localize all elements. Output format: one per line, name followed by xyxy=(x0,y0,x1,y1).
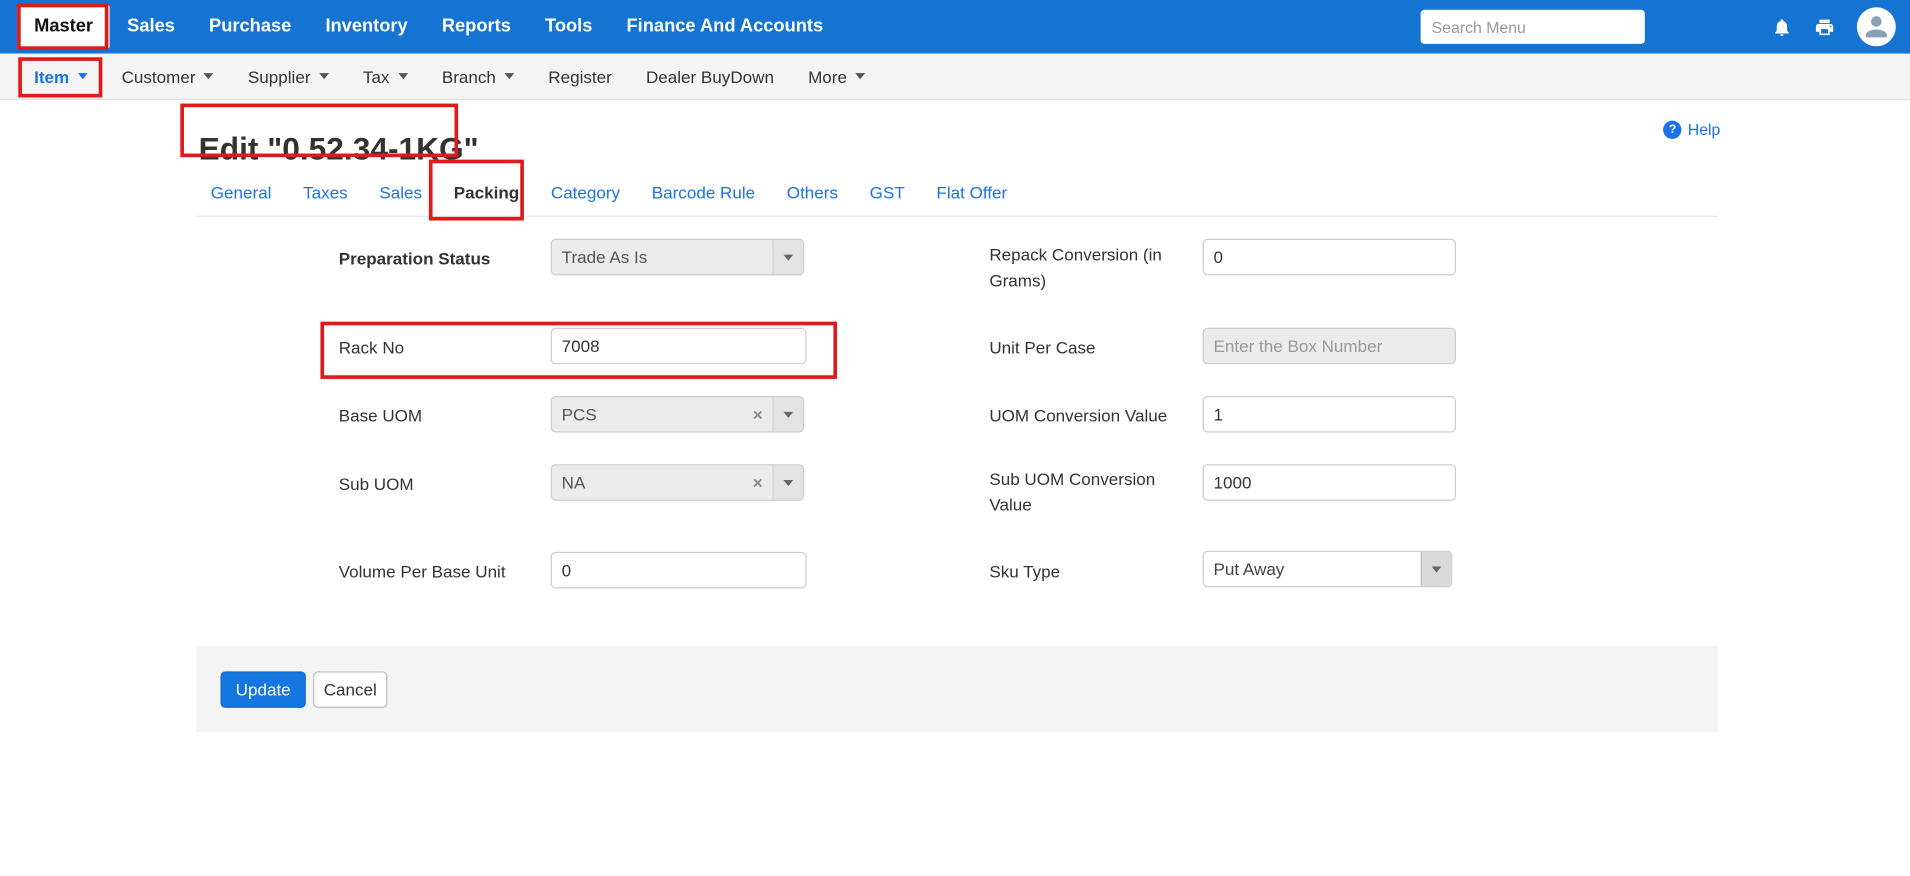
subnav-item-tax[interactable]: Tax xyxy=(346,53,425,99)
base-uom-label: Base UOM xyxy=(339,406,422,425)
cancel-button[interactable]: Cancel xyxy=(313,671,387,708)
preparation-status-select: Trade As Is xyxy=(551,239,804,276)
base-uom-select[interactable]: PCS × xyxy=(551,396,804,433)
chevron-down-icon[interactable] xyxy=(772,397,802,431)
sku-type-select[interactable]: Put Away xyxy=(1203,551,1453,588)
sub-navbar: Item Customer Supplier Tax Branch Regist… xyxy=(0,54,1910,100)
page-title: Edit "0.52.34-1KG" xyxy=(199,131,479,169)
uom-conversion-value-input[interactable] xyxy=(1203,396,1456,433)
volume-per-base-unit-input[interactable] xyxy=(551,552,807,589)
question-circle-icon: ? xyxy=(1663,121,1681,139)
subnav-item-item[interactable]: Item xyxy=(17,53,104,99)
nav-item-purchase[interactable]: Purchase xyxy=(192,0,308,54)
help-label: Help xyxy=(1688,121,1721,139)
search-input[interactable] xyxy=(1421,10,1645,44)
tab-flat-offer[interactable]: Flat Offer xyxy=(921,178,1023,207)
clear-icon[interactable]: × xyxy=(753,474,763,491)
chevron-down-icon xyxy=(772,240,802,274)
subnav-item-label: Tax xyxy=(363,66,390,85)
sku-type-value: Put Away xyxy=(1204,559,1421,578)
chevron-down-icon xyxy=(78,73,88,79)
subnav-item-label: Supplier xyxy=(248,66,311,85)
rack-no-input[interactable] xyxy=(551,328,807,365)
subnav-item-label: Customer xyxy=(122,66,196,85)
nav-item-master[interactable]: Master xyxy=(17,5,110,49)
subnav-item-customer[interactable]: Customer xyxy=(105,53,231,99)
chevron-down-icon xyxy=(319,73,329,79)
tab-others[interactable]: Others xyxy=(771,178,854,207)
user-avatar[interactable] xyxy=(1857,7,1896,46)
subnav-item-supplier[interactable]: Supplier xyxy=(231,53,346,99)
base-uom-value: PCS xyxy=(552,405,753,424)
tab-sales[interactable]: Sales xyxy=(364,178,438,207)
subnav-item-label: Item xyxy=(34,66,69,85)
repack-conversion-input[interactable] xyxy=(1203,239,1456,276)
subnav-item-label: More xyxy=(808,66,847,85)
unit-per-case-label: Unit Per Case xyxy=(989,337,1095,356)
tab-packing[interactable]: Packing xyxy=(438,178,535,207)
repack-conversion-label: Repack Conversion (in Grams) xyxy=(989,242,1182,293)
nav-item-reports[interactable]: Reports xyxy=(425,0,528,54)
chevron-down-icon[interactable] xyxy=(1421,552,1451,586)
chevron-down-icon xyxy=(504,73,514,79)
clear-icon[interactable]: × xyxy=(753,406,763,423)
tab-taxes[interactable]: Taxes xyxy=(287,178,363,207)
sub-uom-value: NA xyxy=(552,473,753,492)
update-button[interactable]: Update xyxy=(221,671,306,708)
tab-bar: General Taxes Sales Packing Category Bar… xyxy=(195,178,1023,207)
app-root: Master Sales Purchase Inventory Reports … xyxy=(0,0,1910,876)
sku-type-label: Sku Type xyxy=(989,562,1060,581)
nav-item-tools[interactable]: Tools xyxy=(528,0,609,54)
subnav-item-label: Dealer BuyDown xyxy=(646,66,774,85)
nav-item-sales[interactable]: Sales xyxy=(110,0,192,54)
tab-barcode-rule[interactable]: Barcode Rule xyxy=(636,178,771,207)
help-link[interactable]: ? Help xyxy=(1663,121,1720,139)
volume-per-base-unit-label: Volume Per Base Unit xyxy=(339,562,506,581)
sub-uom-conversion-value-input[interactable] xyxy=(1203,464,1456,501)
content-divider xyxy=(196,216,1718,217)
chevron-down-icon[interactable] xyxy=(772,465,802,499)
subnav-item-branch[interactable]: Branch xyxy=(425,53,531,99)
form-footer: Update Cancel xyxy=(196,646,1718,733)
preparation-status-label: Preparation Status xyxy=(339,249,491,268)
subnav-item-register[interactable]: Register xyxy=(531,53,629,99)
subnav-item-dealer-buydown[interactable]: Dealer BuyDown xyxy=(629,53,791,99)
preparation-status-value: Trade As Is xyxy=(552,247,773,266)
chevron-down-icon xyxy=(398,73,408,79)
nav-item-finance-and-accounts[interactable]: Finance And Accounts xyxy=(609,0,840,54)
printer-icon[interactable] xyxy=(1814,16,1835,37)
unit-per-case-input xyxy=(1203,328,1456,365)
sub-uom-select[interactable]: NA × xyxy=(551,464,804,501)
tab-general[interactable]: General xyxy=(195,178,287,207)
tab-category[interactable]: Category xyxy=(535,178,636,207)
sub-uom-label: Sub UOM xyxy=(339,474,414,493)
bell-icon[interactable] xyxy=(1772,16,1793,37)
subnav-item-label: Register xyxy=(548,66,612,85)
chevron-down-icon xyxy=(204,73,214,79)
nav-item-inventory[interactable]: Inventory xyxy=(308,0,424,54)
uom-conversion-value-label: UOM Conversion Value xyxy=(989,406,1167,425)
topnav-right-tools xyxy=(1421,7,1910,46)
chevron-down-icon xyxy=(855,73,865,79)
top-navbar: Master Sales Purchase Inventory Reports … xyxy=(0,0,1910,54)
subnav-item-more[interactable]: More xyxy=(791,53,882,99)
sub-uom-conversion-value-label: Sub UOM Conversion Value xyxy=(989,467,1182,518)
tab-gst[interactable]: GST xyxy=(854,178,921,207)
subnav-item-label: Branch xyxy=(442,66,496,85)
rack-no-label: Rack No xyxy=(339,337,404,356)
